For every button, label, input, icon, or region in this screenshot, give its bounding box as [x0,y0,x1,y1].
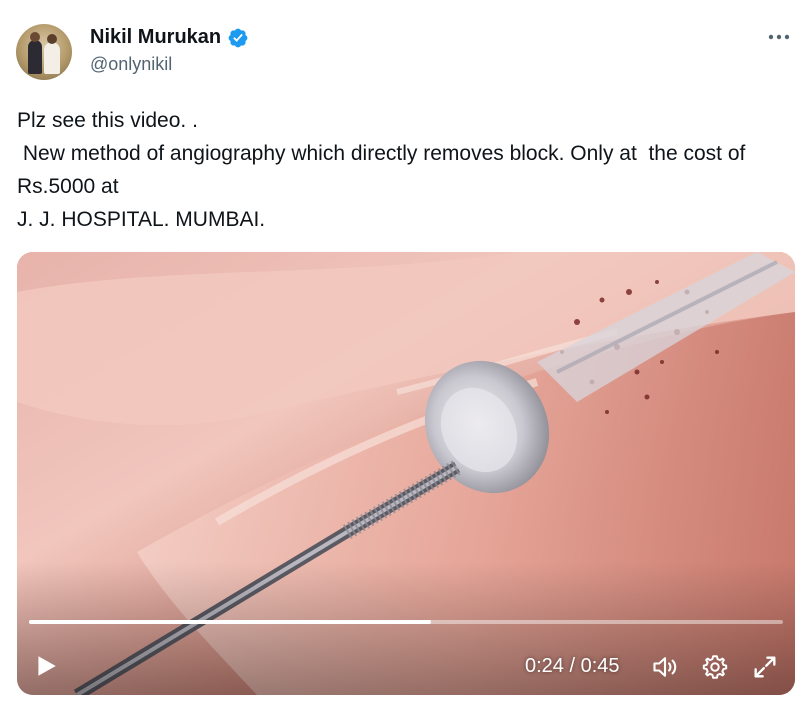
more-options-icon[interactable] [766,26,792,48]
tweet-header: Nikil Murukan @onlynikil [16,20,792,80]
avatar-head-left [30,32,40,42]
verified-badge-icon [228,28,248,47]
volume-icon[interactable] [651,653,679,681]
video-time: 0:24 / 0:45 [525,655,620,677]
video-progress-fill [29,620,431,624]
tweet-text: Plz see this video. . New method of angi… [17,109,746,231]
avatar-figure-right [44,42,60,74]
name-row: Nikil Murukan [90,26,249,49]
user-handle[interactable]: @onlynikil [90,54,172,75]
avatar-head-right [47,34,57,44]
play-icon[interactable] [33,653,59,679]
video-player[interactable]: 0:24 / 0:45 [17,252,795,695]
avatar[interactable] [16,24,72,80]
video-controls: 0:24 / 0:45 [17,625,795,695]
video-progress-bar[interactable] [29,620,783,624]
display-name[interactable]: Nikil Murukan [90,26,221,49]
gear-icon[interactable] [701,653,729,681]
fullscreen-icon[interactable] [751,653,779,681]
avatar-figure-left [28,40,42,74]
